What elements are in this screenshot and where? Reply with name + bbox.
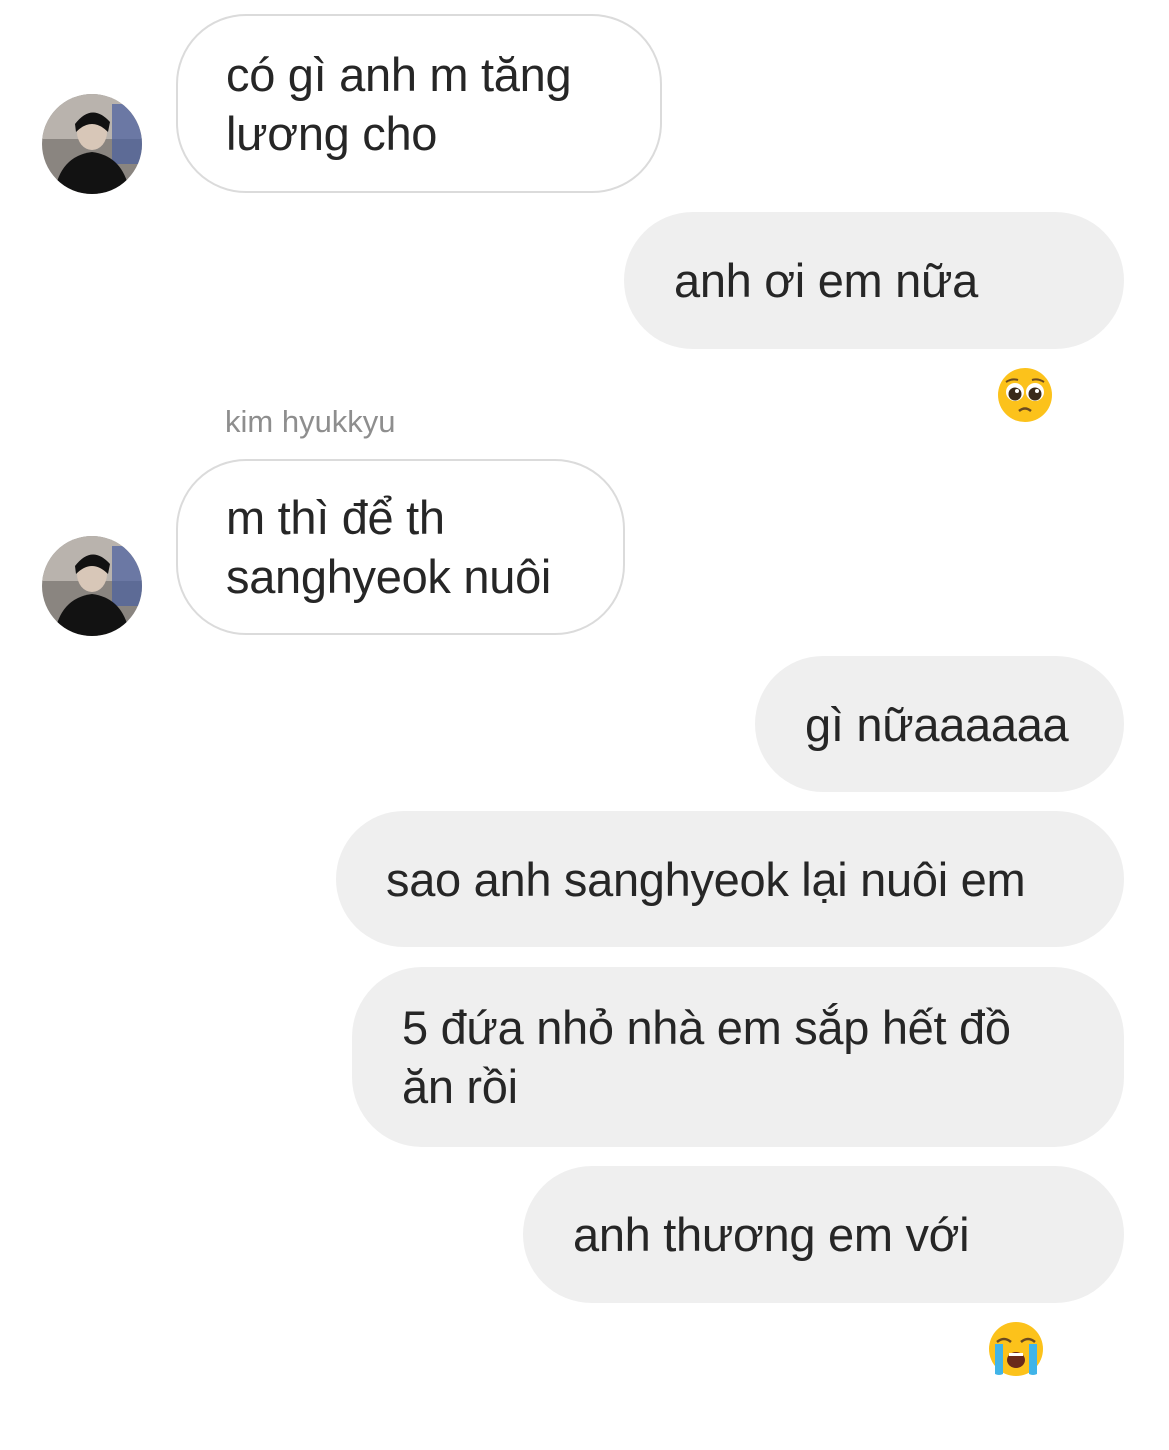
sender-name: kim hyukkyu	[225, 404, 396, 439]
outgoing-message-bubble[interactable]: anh ơi em nữa	[624, 212, 1124, 422]
avatar[interactable]	[42, 94, 142, 194]
message-text: gì nữaaaaaa	[805, 697, 1069, 751]
message-text: có gì anh m tăng lương cho	[226, 47, 572, 160]
pleading-face-icon	[996, 248, 1054, 422]
outgoing-message-bubble[interactable]: anh thương em với	[523, 1166, 1124, 1376]
message-text: anh ơi em nữa	[674, 254, 978, 307]
outgoing-message-bubble[interactable]: sao anh sanghyeok lại nuôi em	[336, 811, 1124, 947]
message-text: sao anh sanghyeok lại nuôi em	[386, 852, 1026, 906]
message-text: 5 đứa nhỏ nhà em sắp hết đồ ăn rồi	[402, 1001, 1011, 1113]
loudly-crying-face-icon	[987, 1202, 1045, 1376]
outgoing-message-bubble[interactable]: 5 đứa nhỏ nhà em sắp hết đồ ăn rồi	[352, 967, 1124, 1147]
message-text: anh thương em với	[573, 1208, 970, 1261]
incoming-message-bubble[interactable]: có gì anh m tăng lương cho	[176, 14, 662, 193]
incoming-message-bubble[interactable]: m thì để th sanghyeok nuôi	[176, 459, 625, 635]
avatar[interactable]	[42, 536, 142, 636]
message-text: m thì để th sanghyeok nuôi	[226, 491, 552, 603]
outgoing-message-bubble[interactable]: gì nữaaaaaa	[755, 656, 1124, 792]
